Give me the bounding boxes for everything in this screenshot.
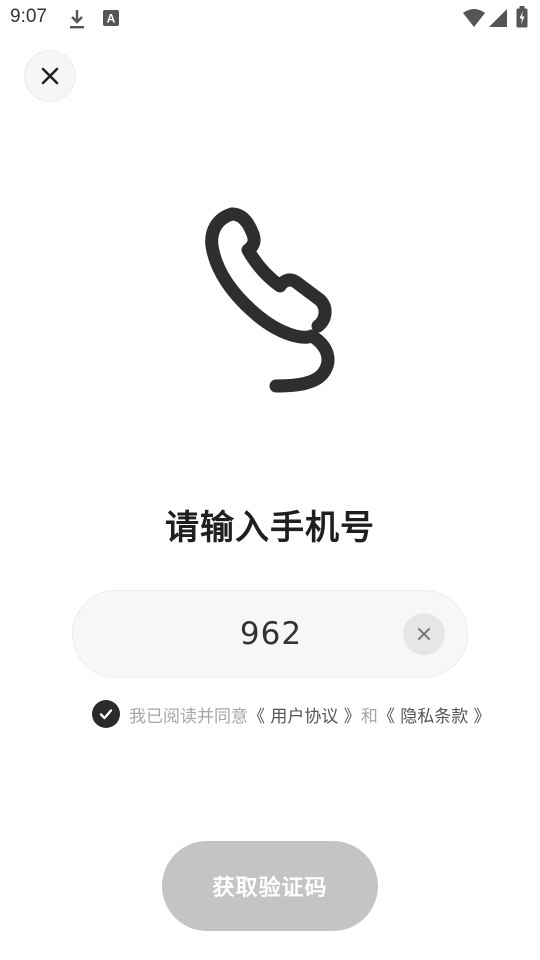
user-agreement-link[interactable]: 《 用户协议 》 — [248, 702, 361, 727]
svg-text:A: A — [107, 12, 116, 26]
agreement-row: 我已阅读并同意 《 用户协议 》 和 《 隐私条款 》 — [92, 698, 491, 730]
checkmark-icon — [99, 709, 113, 720]
agreement-prefix: 我已阅读并同意 — [129, 706, 248, 727]
clear-input-button[interactable] — [403, 613, 445, 655]
close-button[interactable] — [24, 50, 76, 102]
status-time: 9:07 — [10, 6, 47, 27]
get-verification-code-button[interactable]: 获取验证码 — [162, 841, 378, 931]
phone-handset-icon — [205, 207, 335, 393]
phone-login-screen: 9:07 A 请输入手机号 962 我已阅读并同意 《 用户协议 》 和 《 隐… — [0, 0, 540, 960]
agreement-checkbox[interactable] — [92, 700, 120, 728]
phone-number-input[interactable] — [133, 591, 409, 677]
phone-input-container — [72, 590, 468, 678]
download-icon — [70, 10, 84, 29]
close-icon — [41, 67, 59, 85]
clear-icon — [418, 628, 430, 640]
page-title: 请输入手机号 — [165, 508, 375, 548]
a-badge-icon: A — [103, 10, 119, 26]
battery-charging-icon — [516, 6, 528, 28]
signal-icon — [489, 9, 507, 27]
status-bar: 9:07 A — [0, 0, 540, 36]
privacy-policy-link[interactable]: 《 隐私条款 》 — [378, 702, 491, 727]
agreement-and: 和 — [360, 706, 378, 727]
wifi-icon — [463, 9, 485, 27]
